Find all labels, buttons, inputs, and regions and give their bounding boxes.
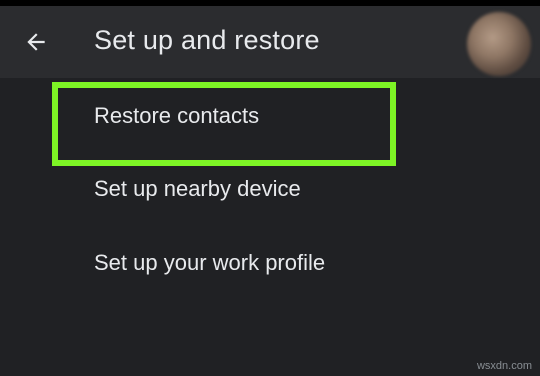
menu-item-set-up-nearby-device[interactable]: Set up nearby device — [0, 159, 540, 219]
settings-screen: Set up and restore Restore contacts Set … — [0, 0, 540, 376]
menu-item-restore-contacts[interactable]: Restore contacts — [0, 86, 540, 146]
arrow-back-icon — [27, 33, 45, 51]
avatar[interactable] — [467, 12, 531, 76]
menu-item-label: Set up nearby device — [94, 176, 301, 201]
watermark: wsxdn.com — [476, 360, 532, 372]
back-button[interactable] — [18, 24, 54, 60]
menu-item-label: Restore contacts — [94, 103, 260, 128]
menu-item-label: Set up your work profile — [94, 250, 326, 275]
app-bar: Set up and restore — [0, 6, 540, 78]
page-title: Set up and restore — [94, 25, 320, 55]
menu-item-set-up-work-profile[interactable]: Set up your work profile — [0, 233, 540, 293]
